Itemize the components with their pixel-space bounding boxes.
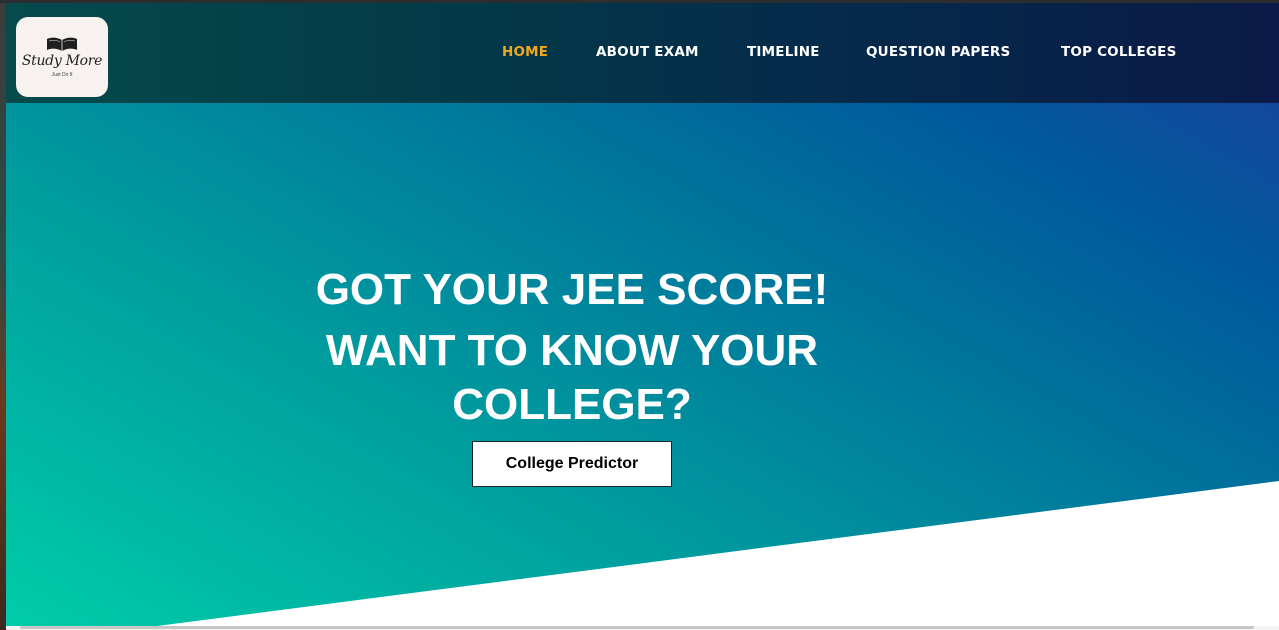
- navbar: Study More Just Do It HOME ABOUT EXAM TI…: [6, 3, 1279, 103]
- window-left-edge: [0, 0, 6, 630]
- nav-item-question-papers[interactable]: QUESTION PAPERS: [866, 44, 1010, 60]
- nav-item-timeline[interactable]: TIMELINE: [747, 44, 820, 60]
- college-predictor-button[interactable]: College Predictor: [472, 441, 672, 487]
- nav-item-about-exam[interactable]: ABOUT EXAM: [596, 44, 699, 60]
- page: GOT YOUR JEE SCORE! WANT TO KNOW YOUR CO…: [0, 0, 1279, 630]
- hero-headline: GOT YOUR JEE SCORE!: [315, 265, 829, 314]
- scrollbar-thumb[interactable]: [20, 626, 1254, 629]
- hero-subheadline: WANT TO KNOW YOUR COLLEGE?: [325, 326, 819, 429]
- horizontal-scrollbar[interactable]: [6, 626, 1279, 630]
- main-nav: HOME ABOUT EXAM TIMELINE QUESTION PAPERS…: [6, 3, 1279, 103]
- nav-item-top-colleges[interactable]: TOP COLLEGES: [1061, 44, 1177, 60]
- window-top-edge: [0, 0, 1279, 3]
- nav-item-home[interactable]: HOME: [502, 44, 548, 60]
